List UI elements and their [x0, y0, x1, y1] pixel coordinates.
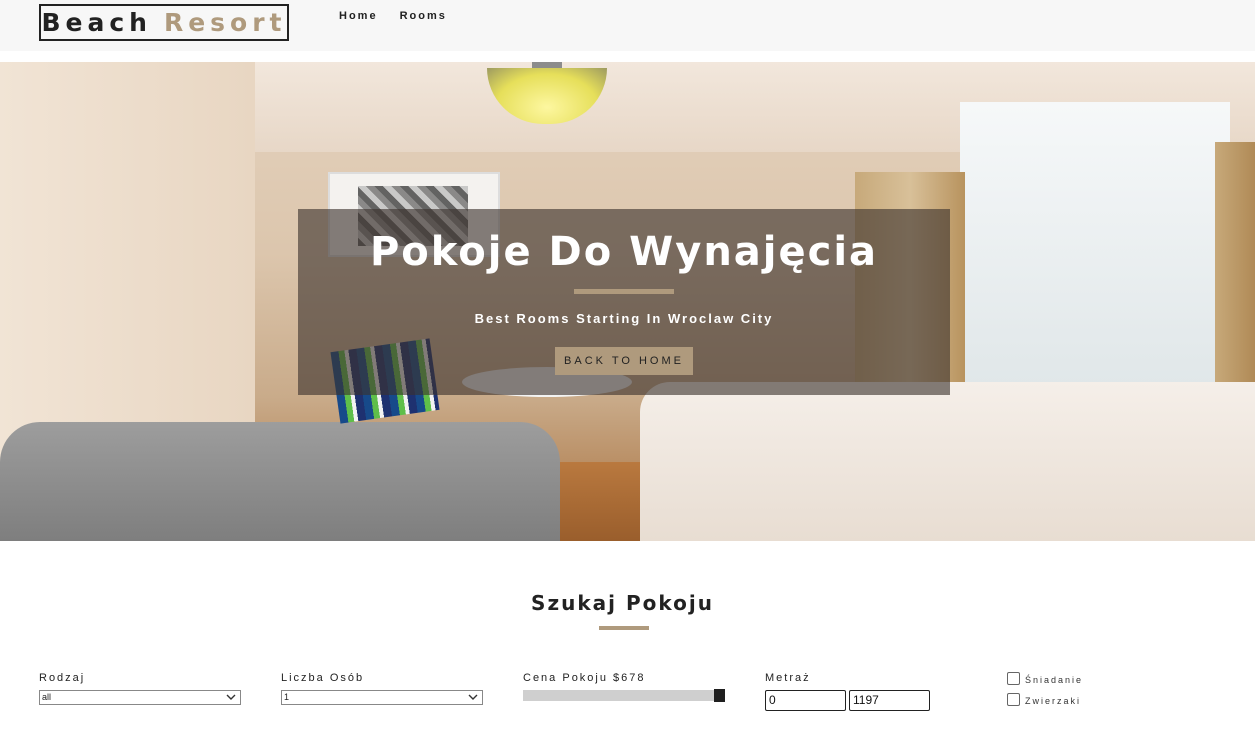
size-label: Metraż: [765, 672, 811, 684]
size-field: Metraż 0 1197: [765, 672, 930, 711]
hero-title-underline: [574, 289, 674, 294]
logo[interactable]: Beach Resort: [39, 4, 289, 41]
guests-field: Liczba Osób 1: [281, 672, 483, 705]
size-max-input[interactable]: 1197: [849, 690, 930, 711]
price-range-thumb[interactable]: [714, 689, 725, 702]
price-range-slider[interactable]: [523, 689, 725, 702]
navbar: Beach Resort Home Rooms: [0, 0, 1255, 51]
pets-checkbox[interactable]: [1007, 692, 1020, 706]
size-min-input[interactable]: 0: [765, 690, 846, 711]
price-label: Cena Pokoju $678: [523, 672, 646, 684]
chevron-down-icon: [226, 694, 236, 700]
logo-text-resort: Resort: [163, 8, 287, 37]
room-type-selected-value: all: [42, 692, 52, 702]
hero-title: Pokoje Do Wynajęcia: [369, 229, 879, 275]
nav-link-rooms[interactable]: Rooms: [400, 10, 447, 22]
room-type-field: Rodzaj all: [39, 672, 241, 705]
room-type-label: Rodzaj: [39, 672, 86, 684]
pets-label: Zwierzaki: [1025, 696, 1082, 706]
search-title-underline: [599, 626, 649, 630]
hero-subtitle: Best Rooms Starting In Wroclaw City: [474, 311, 774, 326]
guests-label: Liczba Osób: [281, 672, 365, 684]
guests-select[interactable]: 1: [281, 690, 483, 705]
pets-option: Zwierzaki: [1007, 692, 1081, 706]
hero-banner-box: Pokoje Do Wynajęcia Best Rooms Starting …: [298, 209, 950, 395]
guests-selected-value: 1: [284, 692, 290, 702]
logo-text-beach: Beach: [41, 8, 152, 37]
search-section-title: Szukaj Pokoju: [531, 591, 714, 615]
breakfast-checkbox[interactable]: [1007, 671, 1020, 685]
nav-link-home[interactable]: Home: [339, 10, 378, 22]
breakfast-label: Śniadanie: [1025, 675, 1084, 685]
price-field: Cena Pokoju $678: [523, 672, 725, 702]
chevron-down-icon: [468, 694, 478, 700]
back-to-home-button[interactable]: BACK TO HOME: [555, 347, 693, 375]
room-type-select[interactable]: all: [39, 690, 241, 705]
nav-links: Home Rooms: [339, 10, 447, 22]
breakfast-option: Śniadanie: [1007, 671, 1083, 685]
